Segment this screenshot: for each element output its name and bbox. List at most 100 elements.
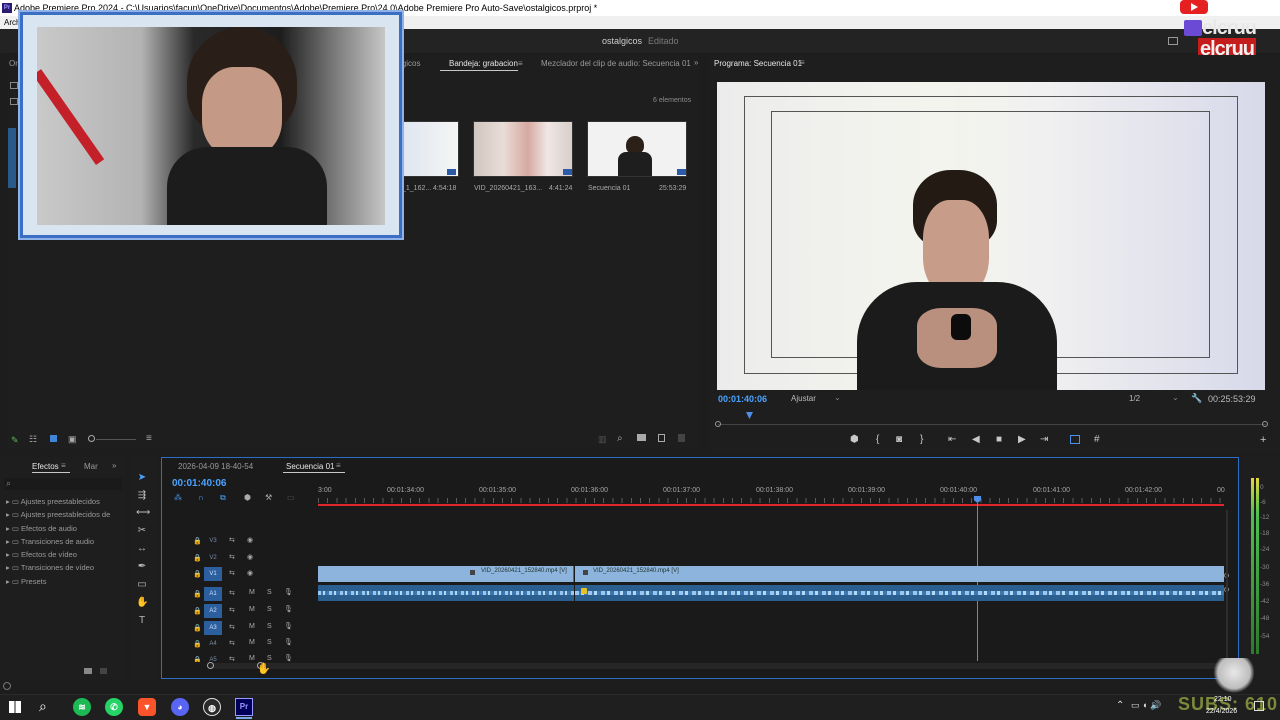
obs-icon[interactable]: ◍ (203, 698, 221, 716)
folder-icon[interactable] (10, 82, 18, 89)
sync-lock-icon[interactable]: ⇆ (229, 569, 235, 577)
rectangle-tool-icon[interactable]: ▭ (136, 579, 148, 591)
track-name[interactable]: V2 (204, 551, 222, 565)
track-name[interactable]: A5 (204, 653, 222, 662)
video-clip[interactable]: VID_20260421_152840.mp4 [V] (575, 566, 1224, 582)
new-item-icon[interactable] (658, 434, 665, 442)
workspace-icon[interactable] (1168, 37, 1178, 45)
automate-icon[interactable]: ▥ (598, 434, 607, 445)
slip-tool-icon[interactable]: ↔ (136, 543, 148, 555)
list-view-icon[interactable]: ☷ (29, 434, 37, 445)
sync-lock-icon[interactable]: ⇆ (229, 639, 235, 647)
add-button-icon[interactable]: + (1260, 434, 1266, 446)
chevron-down-icon[interactable]: ⌄ (1172, 393, 1179, 402)
effects-folder-item[interactable]: ▸ ▭ Ajustes preestablecidos (6, 495, 126, 508)
grid-icon[interactable]: # (1094, 434, 1100, 445)
discord-icon[interactable]: ◕ (171, 698, 189, 716)
scrub-out-handle[interactable] (1262, 421, 1268, 427)
track-name[interactable]: A4 (204, 637, 222, 651)
new-bin-icon[interactable] (84, 668, 92, 674)
step-back-icon[interactable]: ◀ (972, 434, 980, 445)
type-tool-icon[interactable]: T (136, 615, 148, 627)
solo-button[interactable]: S (267, 589, 272, 596)
audio-clip[interactable] (575, 585, 1224, 601)
brave-icon[interactable]: ▼ (138, 698, 156, 716)
eye-icon[interactable]: ◉ (247, 536, 253, 544)
search-icon[interactable]: ⌕ (617, 433, 623, 444)
tab-menu-icon[interactable]: ≡ (518, 59, 523, 68)
sync-lock-icon[interactable]: ⇆ (229, 606, 235, 614)
lock-icon[interactable]: 🔒 (193, 537, 202, 545)
timeline-vertical-scrollbar[interactable] (1226, 510, 1228, 660)
more-tabs-icon[interactable]: » (112, 461, 116, 470)
video-clip[interactable]: VID_20260421_152840.mp4 [V] (318, 566, 574, 582)
spotify-icon[interactable]: ≋ (73, 698, 91, 716)
tab-proyecto[interactable]: lgicos (400, 59, 420, 68)
effects-folder-item[interactable]: ▸ ▭ Transiciones de vídeo (6, 561, 126, 574)
microphone-icon[interactable]: 🎙 (284, 638, 293, 646)
sync-lock-icon[interactable]: ⇆ (229, 589, 235, 597)
mark-out-icon[interactable]: } (920, 434, 923, 445)
lock-icon[interactable]: 🔒 (193, 590, 202, 598)
tab-origen[interactable]: Ori (9, 59, 20, 68)
solo-button[interactable]: S (267, 655, 272, 662)
more-tabs-icon[interactable]: » (694, 58, 698, 67)
menu-item-archivo[interactable]: Arch (4, 18, 20, 27)
tab-marcadores[interactable]: Mar (84, 462, 98, 471)
sync-lock-icon[interactable]: ⇆ (229, 536, 235, 544)
mute-button[interactable]: M (249, 639, 255, 646)
eye-icon[interactable]: ◉ (247, 553, 253, 561)
premiere-icon[interactable]: Pr (235, 698, 253, 716)
wrench-icon[interactable]: ⚒ (265, 493, 272, 502)
track-select-tool-icon[interactable]: ⇶ (136, 490, 148, 502)
ripple-edit-tool-icon[interactable]: ⟷ (136, 507, 150, 519)
sort-icon[interactable]: ≡ (146, 433, 152, 444)
chevron-down-icon[interactable]: ⌄ (834, 393, 841, 402)
tab-bandeja-grabacion[interactable]: Bandeja: grabacion (449, 59, 518, 68)
marker-icon[interactable]: ⬢ (244, 493, 251, 502)
whatsapp-icon[interactable]: ✆ (105, 698, 123, 716)
track-name[interactable]: V1 (204, 567, 222, 581)
snap-icon[interactable]: ∩ (198, 493, 204, 502)
bin-clip-thumbnail-2[interactable] (473, 121, 573, 177)
lock-icon[interactable]: 🔒 (193, 607, 202, 615)
mute-button[interactable]: M (249, 606, 255, 613)
notification-icon[interactable] (1254, 701, 1264, 711)
search-icon[interactable]: ⌕ (39, 698, 47, 715)
audio-clip[interactable] (318, 585, 574, 601)
safe-margins-icon[interactable] (1070, 435, 1080, 444)
zoom-slider-handle[interactable] (88, 435, 95, 442)
go-to-out-icon[interactable]: ⇥ (1040, 434, 1048, 445)
solo-button[interactable]: S (267, 606, 272, 613)
track-name[interactable]: A1 (204, 587, 222, 601)
tab-audio-mixer[interactable]: Mezclador del clip de audio: Secuencia 0… (541, 59, 691, 68)
microphone-icon[interactable]: 🎙 (284, 622, 293, 630)
sync-lock-icon[interactable]: ⇆ (229, 553, 235, 561)
effects-folder-item[interactable]: ▸ ▭ Efectos de vídeo (6, 548, 126, 561)
bin-sequence-thumbnail[interactable] (587, 121, 687, 177)
mark-in-icon[interactable]: { (876, 434, 879, 445)
captions-icon[interactable]: ▭ (287, 493, 295, 502)
timeline-menu-icon[interactable]: ≡ (336, 461, 341, 470)
work-area-bar[interactable] (318, 504, 1224, 506)
mute-button[interactable]: M (249, 623, 255, 630)
add-marker-icon[interactable]: ⬢ (850, 434, 859, 445)
windows-icon[interactable] (9, 701, 21, 713)
program-timecode[interactable]: 00:01:40:06 (718, 394, 767, 404)
nest-icon[interactable]: ⁂ (174, 493, 182, 502)
solo-button[interactable]: S (267, 639, 272, 646)
lock-icon[interactable]: 🔒 (193, 570, 202, 578)
mute-button[interactable]: M (249, 655, 255, 662)
camera-icon[interactable]: ◙ (896, 434, 902, 445)
clock-date[interactable]: 22/4/2026 (1206, 708, 1237, 715)
icon-view-icon[interactable] (50, 435, 57, 442)
step-forward-icon[interactable]: ▶ (1018, 434, 1026, 445)
list-view-icon[interactable] (10, 98, 18, 105)
eye-icon[interactable]: ◉ (247, 569, 253, 577)
linked-selection-icon[interactable]: ⧉ (220, 493, 226, 503)
go-to-in-icon[interactable]: ⇤ (948, 434, 956, 445)
pen-tool-icon[interactable]: ✒ (136, 561, 148, 573)
trash-icon[interactable] (100, 668, 107, 674)
track-name[interactable]: A3 (204, 621, 222, 635)
effects-folder-item[interactable]: ▸ ▭ Efectos de audio (6, 522, 126, 535)
